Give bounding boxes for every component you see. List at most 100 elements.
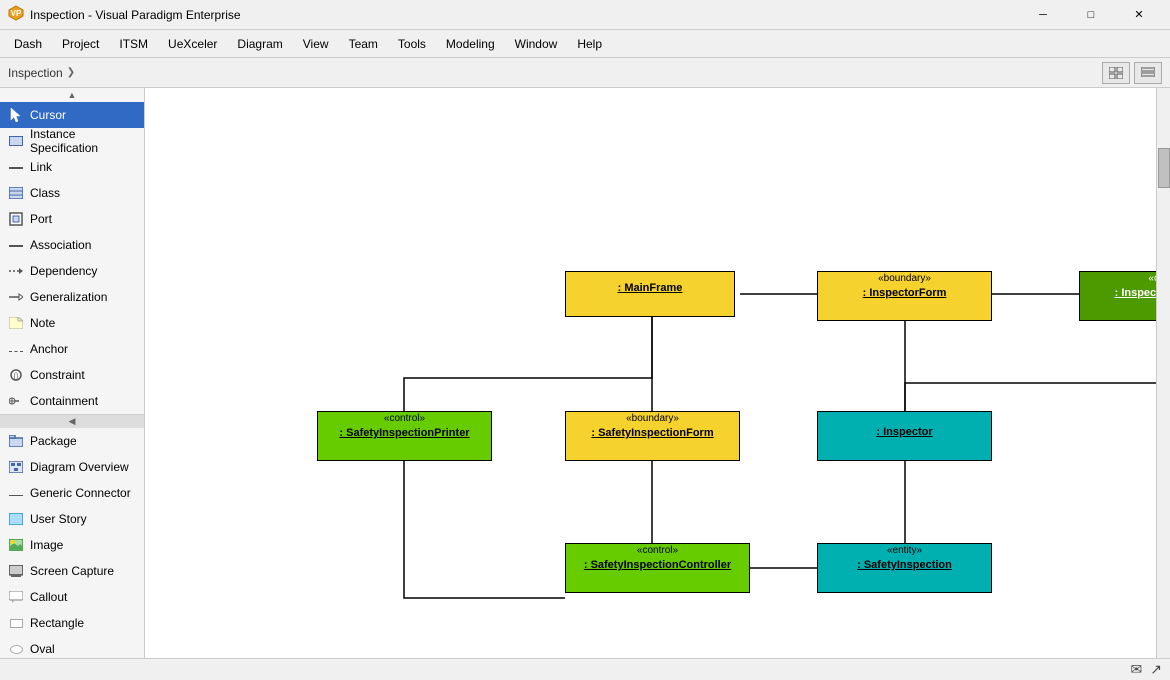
svg-text:{}: {}	[14, 373, 19, 380]
anchor-icon	[8, 341, 24, 357]
node-inspector-form[interactable]: «boundary» : InspectorForm	[817, 271, 992, 321]
package-icon	[8, 433, 24, 449]
sidebar-item-label: Instance Specification	[30, 127, 136, 155]
sidebar-collapse-arrow[interactable]: ◀	[0, 414, 144, 428]
sidebar-item-generic-connector[interactable]: Generic Connector	[0, 480, 144, 506]
note-icon	[8, 315, 24, 331]
sidebar-item-label: Generic Connector	[30, 486, 131, 500]
user-story-icon	[8, 511, 24, 527]
minimize-button[interactable]: ─	[1020, 0, 1066, 30]
sidebar-item-screen-capture[interactable]: Screen Capture	[0, 558, 144, 584]
app-icon: VP	[8, 5, 24, 24]
screen-capture-icon	[8, 563, 24, 579]
menu-item-tools[interactable]: Tools	[388, 33, 436, 55]
sidebar-item-callout[interactable]: Callout	[0, 584, 144, 610]
node-safety-inspection-controller[interactable]: «control» : SafetyInspectionController	[565, 543, 750, 593]
window-title: Inspection - Visual Paradigm Enterprise	[30, 8, 1020, 22]
sidebar-item-label: Image	[30, 538, 63, 552]
email-icon[interactable]: ✉	[1131, 661, 1143, 678]
menu-item-diagram[interactable]: Diagram	[227, 33, 292, 55]
menu-item-team[interactable]: Team	[339, 33, 388, 55]
maximize-button[interactable]: □	[1068, 0, 1114, 30]
sidebar-item-instance-specification[interactable]: Instance Specification	[0, 128, 144, 154]
export-icon[interactable]: ↗	[1150, 661, 1162, 678]
sidebar-item-link[interactable]: Link	[0, 154, 144, 180]
sidebar-item-label: Port	[30, 212, 52, 226]
breadcrumb-bar: Inspection ❯	[0, 58, 1170, 88]
sidebar-item-label: Dependency	[30, 264, 97, 278]
node-safety-inspection-printer[interactable]: «control» : SafetyInspectionPrinter	[317, 411, 492, 461]
sidebar-item-diagram-overview[interactable]: Diagram Overview	[0, 454, 144, 480]
menu-item-window[interactable]: Window	[505, 33, 568, 55]
sidebar-item-rectangle[interactable]: Rectangle	[0, 610, 144, 636]
link-icon	[8, 159, 24, 175]
node-stereotype: «control»	[1080, 272, 1156, 285]
sidebar-item-label: User Story	[30, 512, 87, 526]
port-icon	[8, 211, 24, 227]
node-name: : MainFrame	[566, 272, 734, 304]
breadcrumb: Inspection ❯	[8, 66, 75, 80]
menu-item-itsm[interactable]: ITSM	[109, 33, 158, 55]
sidebar-item-user-story[interactable]: User Story	[0, 506, 144, 532]
sidebar-scroll-up[interactable]: ▲	[0, 88, 144, 102]
callout-icon	[8, 589, 24, 605]
sidebar-item-label: Callout	[30, 590, 67, 604]
sidebar-item-note[interactable]: Note	[0, 310, 144, 336]
sidebar-item-package[interactable]: Package	[0, 428, 144, 454]
rectangle-icon	[8, 615, 24, 631]
grid-view-button[interactable]	[1102, 62, 1130, 84]
node-stereotype: «control»	[318, 412, 491, 425]
breadcrumb-arrow-icon: ❯	[67, 67, 75, 78]
node-inspector[interactable]: : Inspector	[817, 411, 992, 461]
menu-item-dash[interactable]: Dash	[4, 33, 52, 55]
main-layout: ▲ Cursor Instance Specification Link	[0, 88, 1170, 658]
sidebar-item-label: Screen Capture	[30, 564, 114, 578]
menu-item-project[interactable]: Project	[52, 33, 109, 55]
sidebar-item-anchor[interactable]: Anchor	[0, 336, 144, 362]
node-name: : Inspector	[818, 412, 991, 452]
scroll-thumb[interactable]	[1158, 148, 1170, 188]
sidebar-item-label: Containment	[30, 394, 98, 408]
node-name: : InspectorForm	[818, 285, 991, 301]
sidebar-item-oval[interactable]: Oval	[0, 636, 144, 658]
sidebar-item-label: Rectangle	[30, 616, 84, 630]
sidebar-item-image[interactable]: Image	[0, 532, 144, 558]
generic-connector-icon	[8, 485, 24, 501]
sidebar-item-label: Diagram Overview	[30, 460, 129, 474]
menu-item-uexceler[interactable]: UeXceler	[158, 33, 227, 55]
sidebar-item-dependency[interactable]: Dependency	[0, 258, 144, 284]
sidebar-item-label: Constraint	[30, 368, 85, 382]
node-safety-inspection[interactable]: «entity» : SafetyInspection	[817, 543, 992, 593]
node-name: : InspectorController	[1080, 285, 1156, 301]
sidebar-item-label: Association	[30, 238, 91, 252]
sidebar-item-cursor[interactable]: Cursor	[0, 102, 144, 128]
sidebar-item-association[interactable]: Association	[0, 232, 144, 258]
scroll-right	[1156, 88, 1170, 658]
node-main-frame[interactable]: : MainFrame	[565, 271, 735, 317]
breadcrumb-label[interactable]: Inspection	[8, 66, 63, 80]
sidebar-item-label: Package	[30, 434, 77, 448]
menu-bar: Dash Project ITSM UeXceler Diagram View …	[0, 30, 1170, 58]
menu-item-view[interactable]: View	[293, 33, 339, 55]
canvas-area[interactable]: : MainFrame «boundary» : InspectorForm «…	[145, 88, 1156, 658]
node-inspector-controller[interactable]: «control» : InspectorController	[1079, 271, 1156, 321]
sidebar-item-label: Generalization	[30, 290, 107, 304]
sidebar-item-containment[interactable]: Containment	[0, 388, 144, 414]
sidebar-item-constraint[interactable]: {} Constraint	[0, 362, 144, 388]
association-icon	[8, 237, 24, 253]
sidebar-item-label: Link	[30, 160, 52, 174]
sidebar-item-label: Note	[30, 316, 55, 330]
menu-item-help[interactable]: Help	[567, 33, 612, 55]
close-button[interactable]: ✕	[1116, 0, 1162, 30]
sidebar: ▲ Cursor Instance Specification Link	[0, 88, 145, 658]
list-view-button[interactable]	[1134, 62, 1162, 84]
menu-item-modeling[interactable]: Modeling	[436, 33, 505, 55]
node-name: : SafetyInspectionController	[566, 557, 749, 573]
sidebar-item-generalization[interactable]: Generalization	[0, 284, 144, 310]
sidebar-item-class[interactable]: Class	[0, 180, 144, 206]
node-name: : SafetyInspection	[818, 557, 991, 573]
node-safety-inspection-form[interactable]: «boundary» : SafetyInspectionForm	[565, 411, 740, 461]
sidebar-item-port[interactable]: Port	[0, 206, 144, 232]
sidebar-item-label: Cursor	[30, 108, 66, 122]
breadcrumb-icons	[1102, 62, 1162, 84]
